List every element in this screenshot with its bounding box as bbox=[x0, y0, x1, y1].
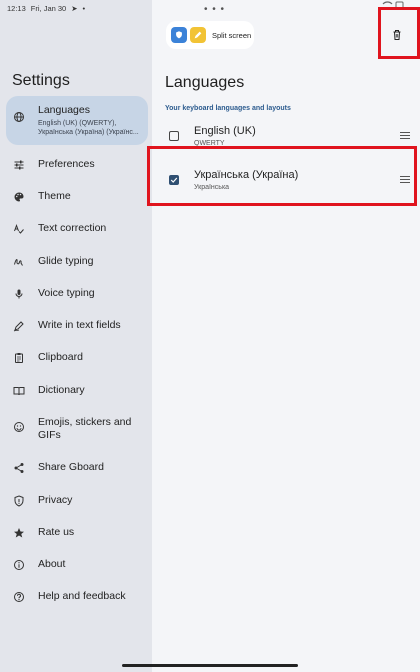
pen-icon bbox=[12, 319, 26, 333]
star-icon bbox=[12, 526, 26, 540]
sidebar-item-dictionary[interactable]: Dictionary bbox=[6, 384, 148, 398]
split-screen-label: Split screen bbox=[212, 30, 252, 40]
page-title: Languages bbox=[165, 74, 245, 91]
language-checkbox[interactable] bbox=[169, 131, 179, 141]
drag-handle-icon[interactable] bbox=[400, 132, 410, 140]
sidebar-item-write-in-text-fields[interactable]: Write in text fields bbox=[6, 319, 148, 333]
sidebar-item-label: Voice typing bbox=[38, 287, 95, 299]
sidebar-item-languages[interactable]: Languages English (UK) (QWERTY), Українс… bbox=[6, 96, 148, 145]
trash-icon bbox=[393, 30, 401, 40]
sidebar-item-label: Share Gboard bbox=[38, 461, 104, 473]
sidebar-item-emojis[interactable]: Emojis, stickers and GIFs bbox=[6, 416, 148, 442]
sidebar-item-label: Dictionary bbox=[38, 384, 85, 396]
sidebar-item-privacy[interactable]: Privacy bbox=[6, 494, 148, 508]
shield-icon bbox=[12, 494, 26, 508]
sidebar-item-label: Preferences bbox=[38, 158, 95, 170]
sidebar-item-label: About bbox=[38, 558, 66, 570]
sliders-icon bbox=[12, 158, 26, 172]
palette-icon bbox=[12, 190, 26, 204]
split-screen-button[interactable]: Split screen bbox=[166, 21, 254, 49]
sidebar-item-sublabel: English (UK) (QWERTY), Українська (Украї… bbox=[38, 120, 139, 136]
mic-icon bbox=[12, 287, 26, 301]
status-time: 12:13 bbox=[7, 3, 26, 13]
keyboard-app-icon bbox=[171, 27, 187, 43]
book-icon bbox=[12, 384, 26, 398]
sidebar-item-label: Emojis, stickers and GIFs bbox=[38, 416, 132, 441]
status-dot-icon: • bbox=[82, 3, 86, 13]
emoji-icon bbox=[12, 420, 26, 434]
sidebar-item-clipboard[interactable]: Clipboard bbox=[6, 351, 148, 365]
sidebar-item-label: Languages bbox=[38, 104, 90, 116]
sidebar-item-help[interactable]: Help and feedback bbox=[6, 590, 148, 604]
sidebar-item-label: Write in text fields bbox=[38, 319, 121, 331]
home-indicator[interactable] bbox=[122, 664, 298, 667]
sidebar-item-label: Clipboard bbox=[38, 351, 83, 363]
sidebar-item-label: Theme bbox=[38, 190, 71, 202]
delete-button[interactable] bbox=[391, 28, 403, 40]
sidebar-item-text-correction[interactable]: Text correction bbox=[6, 222, 148, 236]
clipboard-icon bbox=[12, 351, 26, 365]
highlight-frame-delete bbox=[378, 7, 420, 59]
send-icon: ➤ bbox=[71, 3, 78, 13]
settings-sidebar: 12:13 Fri, Jan 30 ➤ • Settings Languages… bbox=[0, 0, 152, 672]
section-subtitle: Your keyboard languages and layouts bbox=[165, 105, 291, 112]
sidebar-item-label: Glide typing bbox=[38, 255, 94, 267]
language-name: English (UK) bbox=[194, 125, 256, 137]
status-bar: 12:13 Fri, Jan 30 ➤ • bbox=[0, 0, 152, 16]
globe-icon bbox=[12, 110, 26, 124]
sidebar-item-rate-us[interactable]: Rate us bbox=[6, 526, 148, 540]
help-icon bbox=[12, 590, 26, 604]
info-icon bbox=[12, 558, 26, 572]
highlight-frame-language bbox=[147, 146, 417, 206]
languages-pane: • • • Split screen Languages Your keyboa… bbox=[147, 0, 420, 672]
status-date: Fri, Jan 30 bbox=[30, 3, 67, 13]
gesture-icon bbox=[12, 255, 26, 269]
window-handle-icon[interactable]: • • • bbox=[204, 4, 225, 15]
pen-app-icon bbox=[190, 27, 206, 43]
sidebar-item-label: Help and feedback bbox=[38, 590, 126, 602]
sidebar-item-theme[interactable]: Theme bbox=[6, 190, 148, 204]
sidebar-item-glide-typing[interactable]: Glide typing bbox=[6, 255, 148, 269]
sidebar-item-share[interactable]: Share Gboard bbox=[6, 461, 148, 475]
settings-title: Settings bbox=[12, 72, 70, 89]
sidebar-item-about[interactable]: About bbox=[6, 558, 148, 572]
sidebar-item-preferences[interactable]: Preferences bbox=[6, 158, 148, 172]
share-icon bbox=[12, 461, 26, 475]
sidebar-item-label: Privacy bbox=[38, 494, 73, 506]
spellcheck-icon bbox=[12, 222, 26, 236]
sidebar-item-label: Text correction bbox=[38, 222, 107, 234]
sidebar-item-label: Rate us bbox=[38, 526, 75, 538]
sidebar-item-voice-typing[interactable]: Voice typing bbox=[6, 287, 148, 301]
